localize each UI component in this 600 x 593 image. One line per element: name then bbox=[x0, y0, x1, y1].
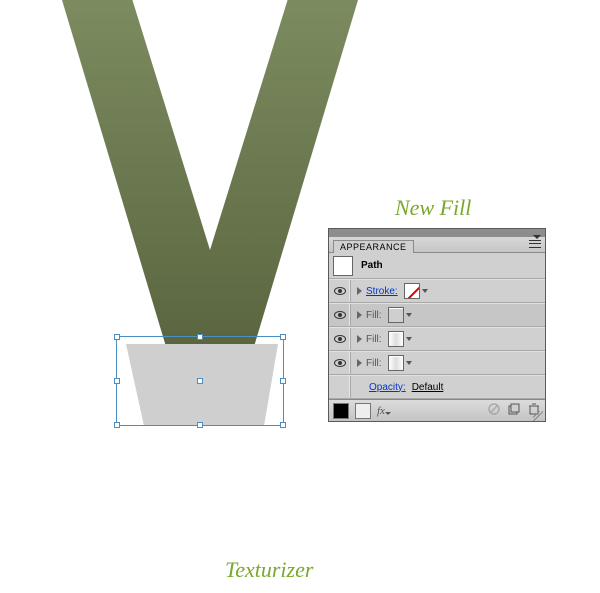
visibility-toggle[interactable] bbox=[329, 328, 351, 350]
opacity-row[interactable]: Opacity: Default bbox=[329, 375, 545, 399]
fill-label: Fill: bbox=[366, 334, 382, 345]
panel-footer: fx bbox=[329, 399, 545, 421]
visibility-spacer bbox=[329, 376, 351, 398]
collapse-icon[interactable] bbox=[533, 231, 541, 235]
opacity-value[interactable]: Default bbox=[412, 382, 444, 393]
target-thumbnail bbox=[333, 256, 353, 276]
color-swatch-icon bbox=[388, 307, 404, 323]
visibility-toggle[interactable] bbox=[329, 304, 351, 326]
duplicate-item-button[interactable] bbox=[507, 402, 521, 419]
target-label: Path bbox=[361, 260, 383, 271]
stroke-swatch[interactable] bbox=[404, 283, 428, 299]
visibility-toggle[interactable] bbox=[329, 352, 351, 374]
stroke-row[interactable]: Stroke: bbox=[329, 279, 545, 303]
fill-label: Fill: bbox=[366, 358, 382, 369]
panel-drag-bar[interactable] bbox=[329, 229, 545, 237]
fill-row-2[interactable]: Fill: bbox=[329, 327, 545, 351]
eye-icon bbox=[334, 335, 346, 343]
tab-appearance[interactable]: APPEARANCE bbox=[333, 240, 414, 253]
trapezoid-path[interactable] bbox=[116, 340, 288, 430]
appearance-target-row[interactable]: Path bbox=[329, 253, 545, 279]
add-effect-button[interactable]: fx bbox=[377, 405, 389, 417]
disclosure-triangle-icon[interactable] bbox=[357, 287, 362, 295]
eye-icon bbox=[334, 359, 346, 367]
annotation-new-fill: New Fill bbox=[395, 195, 471, 221]
opacity-label[interactable]: Opacity: bbox=[369, 382, 406, 393]
eye-icon bbox=[334, 311, 346, 319]
gradient-swatch-icon bbox=[388, 355, 404, 371]
fill-row-3[interactable]: Fill: bbox=[329, 351, 545, 375]
disclosure-triangle-icon[interactable] bbox=[357, 359, 362, 367]
new-fill-solid-button[interactable] bbox=[333, 403, 349, 419]
dropdown-caret-icon bbox=[406, 313, 412, 317]
appearance-panel[interactable]: APPEARANCE Path Stroke: bbox=[328, 228, 546, 422]
disclosure-triangle-icon[interactable] bbox=[357, 311, 362, 319]
fill-swatch[interactable] bbox=[388, 307, 412, 323]
panel-menu-icon[interactable] bbox=[529, 239, 541, 249]
dropdown-caret-icon bbox=[406, 361, 412, 365]
eye-icon bbox=[334, 287, 346, 295]
fill-swatch[interactable] bbox=[388, 331, 412, 347]
panel-tab-strip: APPEARANCE bbox=[329, 237, 545, 253]
none-swatch-icon bbox=[404, 283, 420, 299]
dropdown-caret-icon bbox=[422, 289, 428, 293]
clear-appearance-button[interactable] bbox=[487, 402, 501, 419]
fill-row-1[interactable]: Fill: bbox=[329, 303, 545, 327]
stroke-label[interactable]: Stroke: bbox=[366, 286, 398, 297]
visibility-toggle[interactable] bbox=[329, 280, 351, 302]
fill-label: Fill: bbox=[366, 310, 382, 321]
dropdown-caret-icon bbox=[406, 337, 412, 341]
art-canvas[interactable]: New Fill Texturizer APPEARANCE Path Stro… bbox=[0, 0, 600, 593]
new-stroke-button[interactable] bbox=[355, 403, 371, 419]
gradient-swatch-icon bbox=[388, 331, 404, 347]
annotation-texturizer: Texturizer bbox=[225, 557, 313, 583]
resize-grip-icon[interactable] bbox=[533, 411, 543, 421]
panel-body: Path Stroke: Fill: bbox=[329, 253, 545, 399]
fill-swatch[interactable] bbox=[388, 355, 412, 371]
disclosure-triangle-icon[interactable] bbox=[357, 335, 362, 343]
